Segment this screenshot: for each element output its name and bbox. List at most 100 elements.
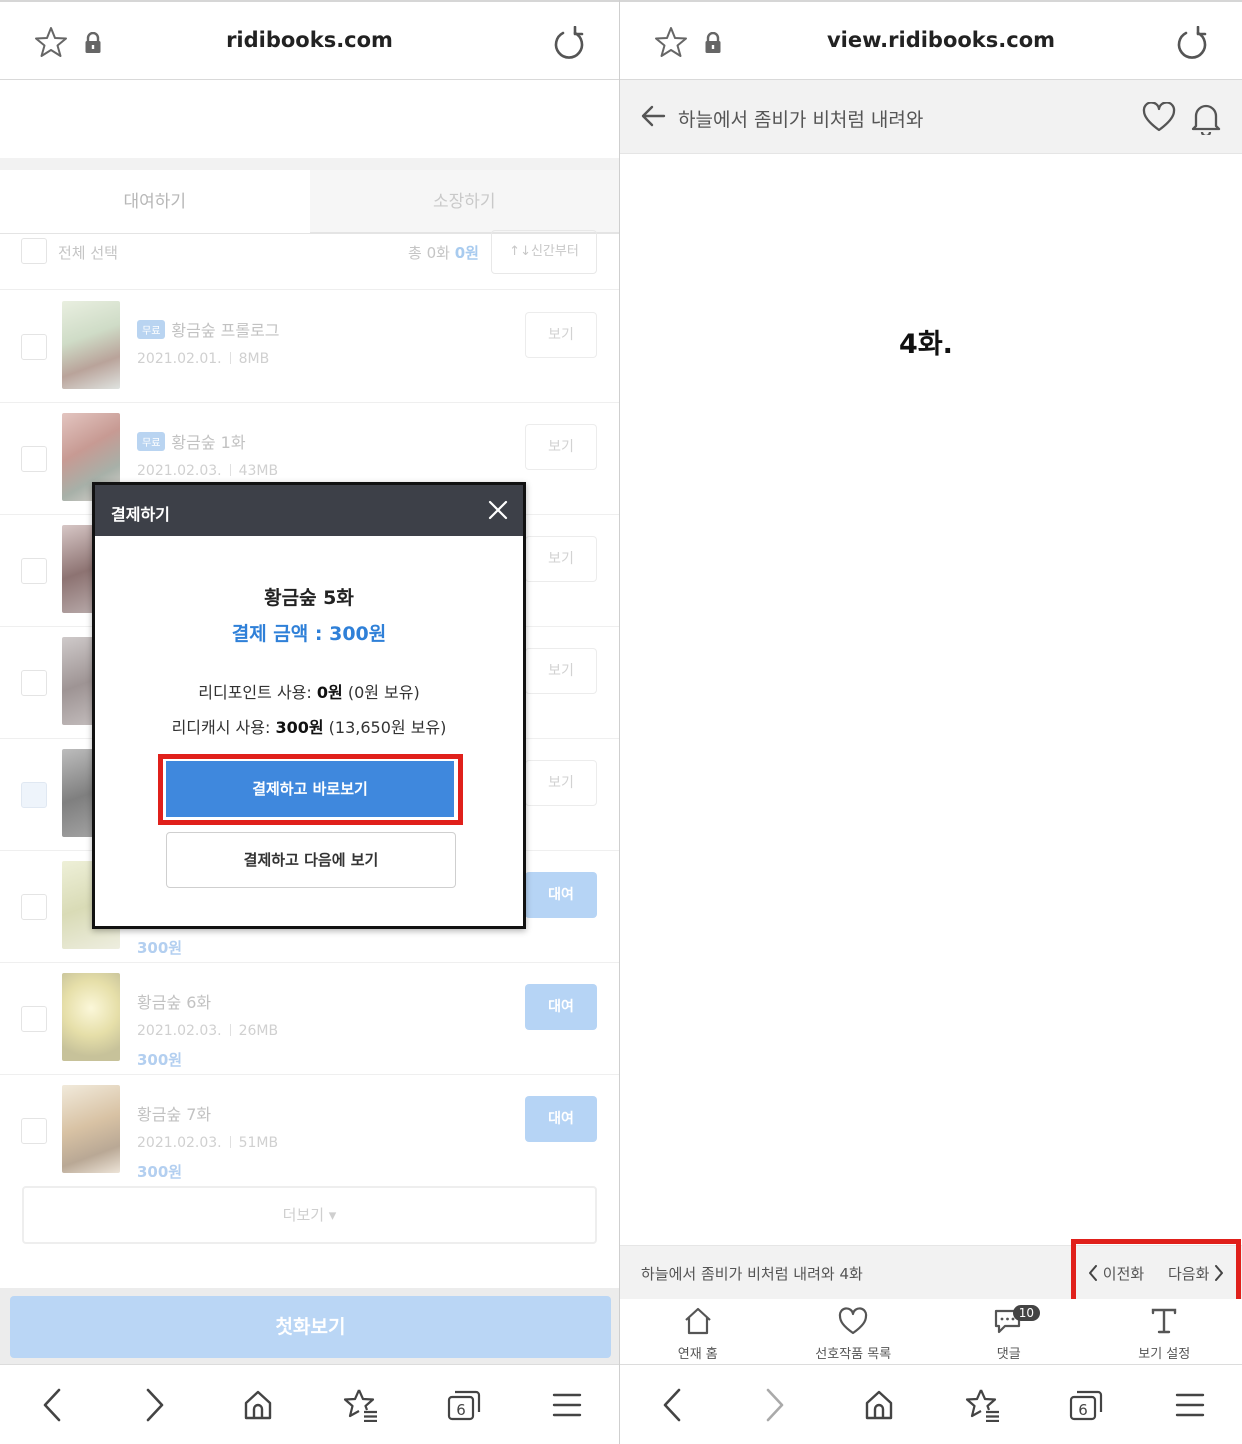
url-text[interactable]: view.ridibooks.com <box>640 28 1242 52</box>
address-bar[interactable]: view.ridibooks.com <box>620 0 1242 80</box>
episode-price: 300원 <box>137 1051 183 1069</box>
heart-icon[interactable] <box>1142 101 1176 136</box>
forward-icon[interactable] <box>745 1375 805 1435</box>
select-all-label: 전체 선택 <box>58 244 118 262</box>
tab-label: 보기 설정 <box>1138 1347 1191 1362</box>
list-item: 무료 황금숲 프롤로그 2021.02.01. 8MB 보기 <box>0 291 619 403</box>
episode-checkbox[interactable] <box>21 670 47 696</box>
browser-toolbar: 6 <box>620 1364 1242 1444</box>
tab-favorites[interactable]: 선호작품 목록 <box>776 1299 932 1364</box>
episode-meta: 2021.02.03. 51MB <box>137 1135 279 1151</box>
back-icon[interactable] <box>22 1375 82 1435</box>
back-arrow-icon[interactable] <box>640 104 666 132</box>
tab-series-home[interactable]: 연재 홈 <box>620 1299 776 1364</box>
sort-newest-button[interactable]: ↑↓신간부터 <box>491 230 597 274</box>
episode-meta: 2021.02.03. 26MB <box>137 1023 279 1039</box>
tab-view-settings[interactable]: 보기 설정 <box>1087 1299 1242 1364</box>
view-button[interactable]: 보기 <box>525 648 597 694</box>
free-badge: 무료 <box>137 320 166 339</box>
modal-header: 결제하기 <box>95 485 523 536</box>
reload-icon[interactable] <box>553 25 585 64</box>
text-settings-icon <box>1150 1307 1178 1339</box>
tab-rent[interactable]: 대여하기 <box>0 170 310 233</box>
rent-button[interactable]: 대여 <box>525 872 597 918</box>
list-item: 황금숲 7화 2021.02.03. 51MB 300원 대여 <box>0 1075 619 1187</box>
list-item: 황금숲 6화 2021.02.03. 26MB 300원 대여 <box>0 963 619 1075</box>
total-count: 총 0화 <box>408 244 450 262</box>
back-icon[interactable] <box>642 1375 702 1435</box>
rent-button[interactable]: 대여 <box>525 984 597 1030</box>
chapter-title: 4화. <box>899 329 953 360</box>
episode-title: 무료 황금숲 프롤로그 <box>137 317 280 341</box>
reload-icon[interactable] <box>1176 25 1208 64</box>
episode-thumbnail <box>62 973 120 1061</box>
bell-icon[interactable] <box>1190 101 1222 139</box>
episode-title: 황금숲 6화 <box>137 993 212 1012</box>
section-divider <box>0 158 619 170</box>
highlight-box <box>158 754 463 825</box>
forward-icon[interactable] <box>125 1375 185 1435</box>
episode-thumbnail <box>62 301 120 389</box>
bookmarks-icon[interactable] <box>953 1375 1013 1435</box>
right-browser-window: view.ridibooks.com 하늘에서 좀비가 비처럼 내려와 4화. … <box>620 0 1242 1444</box>
comment-count-badge: 10 <box>1012 1305 1041 1321</box>
view-button[interactable]: 보기 <box>525 536 597 582</box>
tab-label: 선호작품 목록 <box>815 1347 892 1362</box>
menu-icon[interactable] <box>537 1375 597 1435</box>
episode-meta: 2021.02.03. 43MB <box>137 463 279 479</box>
tab-count: 6 <box>456 1401 466 1419</box>
episode-title: 무료 황금숲 1화 <box>137 429 246 453</box>
view-button[interactable]: 보기 <box>525 312 597 358</box>
episode-meta: 2021.02.01. 8MB <box>137 351 270 367</box>
tabs-icon[interactable]: 6 <box>434 1375 494 1435</box>
current-episode-title: 하늘에서 좀비가 비처럼 내려와 4화 <box>641 1265 863 1283</box>
modal-title: 결제하기 <box>111 505 170 524</box>
url-text[interactable]: ridibooks.com <box>0 28 619 52</box>
episode-thumbnail <box>62 1085 120 1173</box>
ridi-cash-usage: 리디캐시 사용: 300원 (13,650원 보유) <box>171 718 447 737</box>
tab-comments[interactable]: 10 댓글 <box>931 1299 1087 1364</box>
highlight-box <box>1071 1239 1241 1307</box>
episode-checkbox[interactable] <box>21 558 47 584</box>
viewer-bottom-tabs: 연재 홈 선호작품 목록 10 댓글 보기 설정 <box>620 1299 1242 1364</box>
home-icon[interactable] <box>849 1375 909 1435</box>
tab-label: 연재 홈 <box>677 1347 718 1362</box>
episode-title: 황금숲 7화 <box>137 1105 212 1124</box>
left-browser-window: ridibooks.com 대여하기 소장하기 전체 선택 총 0화 0원 ↑↓… <box>0 0 619 1444</box>
series-title: 하늘에서 좀비가 비처럼 내려와 <box>678 109 924 131</box>
pay-and-view-later-button[interactable]: 결제하고 다음에 보기 <box>166 832 456 888</box>
address-bar[interactable]: ridibooks.com <box>0 0 619 80</box>
viewer-header: 하늘에서 좀비가 비처럼 내려와 <box>620 80 1242 154</box>
episode-checkbox[interactable] <box>21 446 47 472</box>
episode-checkbox[interactable] <box>21 894 47 920</box>
episode-checkbox[interactable] <box>21 334 47 360</box>
tab-own[interactable]: 소장하기 <box>309 170 619 233</box>
tab-count: 6 <box>1079 1401 1089 1419</box>
load-more-button[interactable]: 더보기 ▾ <box>22 1186 597 1244</box>
view-button[interactable]: 보기 <box>525 760 597 806</box>
home-icon[interactable] <box>228 1375 288 1435</box>
ridi-point-usage: 리디포인트 사용: 0원 (0원 보유) <box>198 683 420 702</box>
episode-price: 300원 <box>137 939 183 957</box>
episode-checkbox[interactable] <box>21 1006 47 1032</box>
episode-price: 300원 <box>137 1163 183 1181</box>
episode-checkbox-checked[interactable] <box>21 782 47 808</box>
episode-checkbox[interactable] <box>21 1118 47 1144</box>
total-price: 0원 <box>454 244 479 262</box>
payment-amount: 결제 금액 : 300원 <box>231 623 387 645</box>
free-badge: 무료 <box>137 432 166 451</box>
browser-toolbar: 6 <box>0 1364 619 1444</box>
total-summary: 총 0화 0원 <box>408 242 479 263</box>
purchase-tabs: 대여하기 소장하기 <box>0 170 619 234</box>
payment-episode-title: 황금숲 5화 <box>264 587 354 609</box>
tab-label: 댓글 <box>996 1347 1021 1362</box>
rent-button[interactable]: 대여 <box>525 1096 597 1142</box>
view-button[interactable]: 보기 <box>525 424 597 470</box>
select-all-checkbox[interactable] <box>21 238 47 264</box>
close-icon[interactable] <box>487 499 509 525</box>
menu-icon[interactable] <box>1160 1375 1220 1435</box>
bookmarks-icon[interactable] <box>331 1375 391 1435</box>
first-episode-button[interactable]: 첫화보기 <box>10 1296 611 1358</box>
heart-icon <box>838 1307 868 1339</box>
tabs-icon[interactable]: 6 <box>1056 1375 1116 1435</box>
